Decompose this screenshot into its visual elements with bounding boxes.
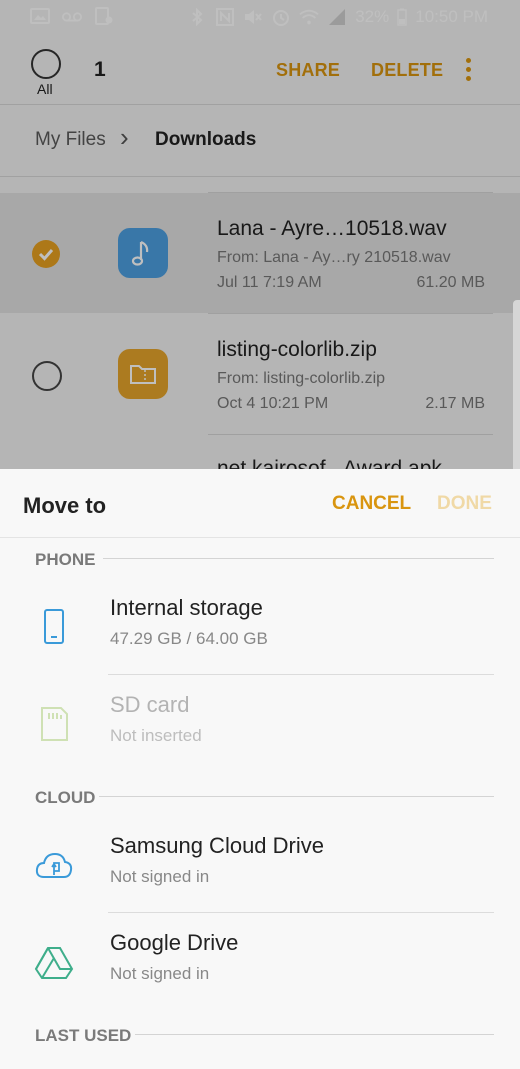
item-title: Google Drive: [110, 930, 239, 955]
section-line: [103, 558, 494, 559]
done-button[interactable]: DONE: [437, 493, 492, 515]
internal-storage-item[interactable]: Internal storage 47.29 GB / 64.00 GB: [0, 581, 520, 677]
item-divider: [108, 674, 494, 675]
sheet-header-divider: [0, 537, 520, 538]
scrim-overlay[interactable]: [0, 0, 520, 470]
section-cloud: CLOUD: [35, 788, 96, 807]
section-line: [135, 1034, 494, 1035]
phone-icon: [44, 609, 64, 644]
item-subtitle: Not inserted: [110, 726, 202, 745]
samsung-cloud-item[interactable]: Samsung Cloud Drive Not signed in: [0, 819, 520, 915]
section-phone: PHONE: [35, 550, 96, 569]
item-title: Samsung Cloud Drive: [110, 833, 324, 858]
sd-card-icon: [41, 707, 68, 741]
move-to-sheet: Move to CANCEL DONE PHONE Internal stora…: [0, 469, 520, 1069]
item-subtitle: Not signed in: [110, 867, 210, 886]
item-divider: [108, 912, 494, 913]
google-drive-item[interactable]: Google Drive Not signed in: [0, 916, 520, 1012]
section-last-used: LAST USED: [35, 1026, 132, 1045]
item-subtitle: 47.29 GB / 64.00 GB: [110, 629, 268, 648]
google-drive-icon: [34, 947, 74, 979]
sd-card-item: SD card Not inserted: [0, 678, 520, 774]
item-title: Internal storage: [110, 595, 263, 620]
cloud-icon: [35, 852, 73, 878]
item-subtitle: Not signed in: [110, 964, 210, 983]
section-line: [99, 796, 494, 797]
sheet-title: Move to: [23, 493, 107, 518]
item-title: SD card: [110, 692, 190, 717]
cancel-button[interactable]: CANCEL: [332, 493, 411, 515]
